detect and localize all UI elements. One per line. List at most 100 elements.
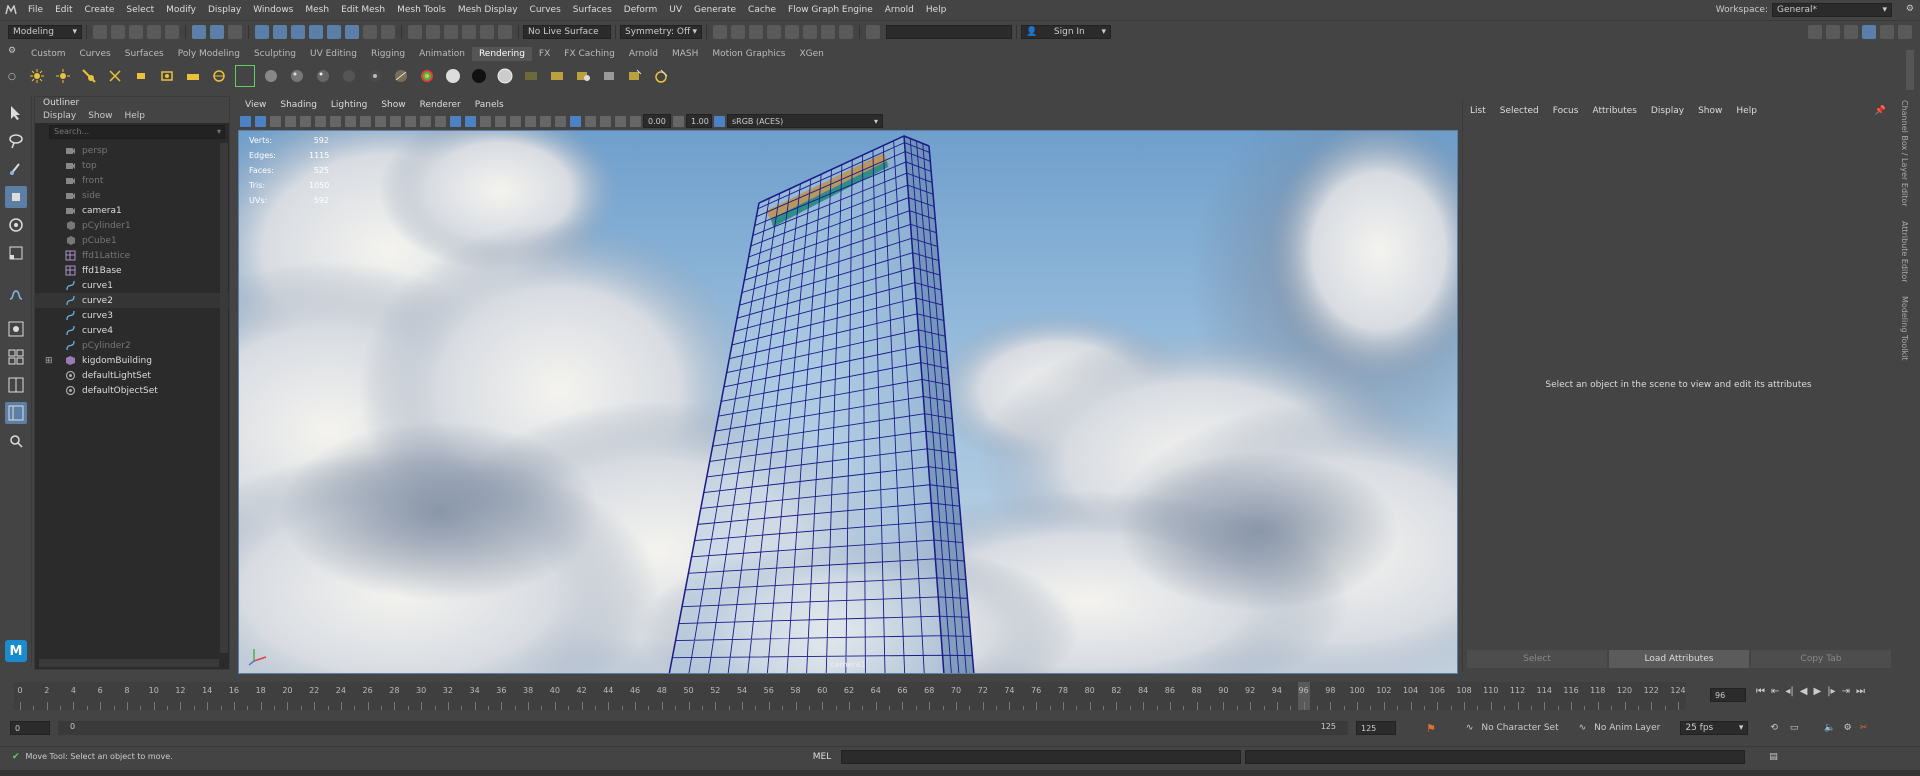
gray-sphere-icon[interactable] [495, 66, 515, 86]
toggle-tool-settings-icon[interactable] [1844, 25, 1858, 39]
menu-edit[interactable]: Edit [49, 0, 78, 21]
snap-view-icon[interactable] [462, 25, 476, 39]
input-line-mode-icon[interactable] [866, 25, 880, 39]
render-setup-icon[interactable] [547, 66, 567, 86]
outliner-item[interactable]: front [35, 173, 229, 188]
character-set-selector[interactable]: ∿ No Character Set [1466, 723, 1559, 733]
toggle-outliner-icon[interactable] [1898, 25, 1912, 39]
sound-icon[interactable]: 🔈 [1824, 723, 1835, 733]
animation-start-field[interactable]: 0 [10, 721, 50, 735]
menu-deform[interactable]: Deform [618, 0, 663, 21]
undo-icon[interactable] [147, 25, 161, 39]
animation-end-field[interactable]: 125 [1356, 721, 1396, 735]
lights-icon[interactable] [495, 115, 506, 127]
xray-components-icon[interactable] [615, 115, 626, 127]
circle-icon[interactable]: ○ [8, 72, 20, 82]
pick-mask-icon[interactable] [327, 25, 341, 39]
shelf-tab-custom[interactable]: Custom [24, 47, 72, 61]
outliner-item[interactable]: pCylinder2 [35, 338, 229, 353]
workspace-dropdown[interactable]: General* ▾ [1772, 3, 1892, 17]
render-layer-icon[interactable] [521, 66, 541, 86]
select-button[interactable]: Select [1467, 650, 1607, 668]
outliner-item[interactable]: defaultObjectSet [35, 383, 229, 398]
menu-uv[interactable]: UV [663, 0, 688, 21]
image-plane-icon[interactable] [285, 115, 296, 127]
outliner-item[interactable]: ⊞ kigdomBuilding [35, 353, 229, 368]
shelf-tab-animation[interactable]: Animation [412, 47, 472, 61]
open-scene-icon[interactable] [111, 25, 125, 39]
toggle-modeling-toolkit-icon[interactable] [1808, 25, 1822, 39]
exposure-field[interactable]: 0.00 [643, 114, 671, 128]
blinn-sphere-icon[interactable] [287, 66, 307, 86]
outliner-item[interactable]: ffd1Lattice [35, 248, 229, 263]
attribute-editor-menu-display[interactable]: Display [1644, 100, 1691, 122]
viewport-menu-shading[interactable]: Shading [273, 98, 324, 112]
white-sphere-icon[interactable] [443, 66, 463, 86]
outliner-item[interactable]: persp [35, 143, 229, 158]
soft-select-icon[interactable] [5, 318, 27, 340]
ambient-occlusion-icon[interactable] [525, 115, 536, 127]
render-region-icon[interactable] [625, 66, 645, 86]
auto-key-icon[interactable]: ⚑ [1426, 722, 1436, 735]
select-camera-icon[interactable] [240, 115, 251, 127]
motion-blur-icon[interactable] [540, 115, 551, 127]
menu-create[interactable]: Create [79, 0, 121, 21]
new-scene-icon[interactable] [93, 25, 107, 39]
wireframe-on-shaded-icon[interactable] [465, 115, 476, 127]
menu-windows[interactable]: Windows [247, 0, 299, 21]
render-settings-icon[interactable] [785, 25, 799, 39]
play-backwards-icon[interactable]: ◀ [1800, 686, 1808, 697]
ambient-light-icon[interactable] [157, 66, 177, 86]
shelf-tab-mash[interactable]: MASH [665, 47, 705, 61]
select-hierarchy-icon[interactable] [192, 25, 206, 39]
script-editor-icon[interactable]: ✂ [1860, 723, 1868, 733]
layout-single-icon[interactable] [5, 346, 27, 368]
outliner-item[interactable]: ffd1Base [35, 263, 229, 278]
light-editor-icon[interactable] [599, 66, 619, 86]
redo-icon[interactable] [165, 25, 179, 39]
preferences-icon[interactable]: ⚙ [1844, 723, 1852, 733]
gear-icon[interactable]: ⚙ [8, 46, 20, 56]
anim-layer-selector[interactable]: ∿ No Anim Layer [1579, 723, 1661, 733]
snap-edge-icon[interactable] [498, 25, 512, 39]
outliner-search-input[interactable]: Search... ▾ [49, 125, 225, 139]
outliner-horizontal-scrollbar[interactable] [39, 659, 219, 667]
grid-icon[interactable] [330, 115, 341, 127]
lock-icon[interactable] [363, 25, 377, 39]
attribute-editor-menu-show[interactable]: Show [1691, 100, 1729, 122]
attribute-editor-menu-list[interactable]: List [1463, 100, 1493, 122]
script-editor-button-icon[interactable]: ▤ [1769, 752, 1778, 762]
ipr-render-icon[interactable] [767, 25, 781, 39]
select-object-icon[interactable] [210, 25, 224, 39]
side-tab-attribute-editor[interactable]: Attribute Editor [1900, 221, 1909, 283]
viewport-menu-panels[interactable]: Panels [468, 98, 511, 112]
menu-flow-graph-engine[interactable]: Flow Graph Engine [782, 0, 879, 21]
maya-app-icon[interactable] [0, 0, 22, 21]
pick-mask-icon[interactable] [273, 25, 287, 39]
shelf-tab-rigging[interactable]: Rigging [364, 47, 412, 61]
go-to-end-icon[interactable]: ⏭ [1856, 686, 1865, 697]
outliner-item[interactable]: curve1 [35, 278, 229, 293]
hypershade-icon[interactable] [803, 25, 817, 39]
snap-surface-icon[interactable] [480, 25, 494, 39]
xray-icon[interactable] [585, 115, 596, 127]
paint-select-tool-icon[interactable] [5, 158, 27, 180]
outliner-item[interactable]: side [35, 188, 229, 203]
volume-light-icon[interactable] [131, 66, 151, 86]
attribute-editor-menu-focus[interactable]: Focus [1546, 100, 1586, 122]
settings-gear-icon[interactable]: ⚙ [1906, 4, 1914, 14]
color-management-icon[interactable] [714, 115, 725, 127]
shelf-scrollbar[interactable] [1906, 50, 1914, 90]
resolution-gate-icon[interactable] [360, 115, 371, 127]
outliner-item[interactable]: curve4 [35, 323, 229, 338]
color-wheel-icon[interactable] [417, 66, 437, 86]
lambert-sphere-icon[interactable] [261, 66, 281, 86]
isolate-select-icon[interactable] [570, 115, 581, 127]
perspective-viewport[interactable]: Verts: 592 Edges: 1115 Faces: 525 Tris: 1050 UVs… [238, 130, 1458, 674]
render-frame-icon[interactable] [749, 25, 763, 39]
script-language-label[interactable]: MEL [813, 752, 831, 762]
layout-outliner-persp-icon[interactable] [4, 402, 27, 424]
xray-joints-icon[interactable] [600, 115, 611, 127]
safe-action-icon[interactable] [405, 115, 416, 127]
expand-plus-icon[interactable]: ⊞ [45, 356, 53, 366]
